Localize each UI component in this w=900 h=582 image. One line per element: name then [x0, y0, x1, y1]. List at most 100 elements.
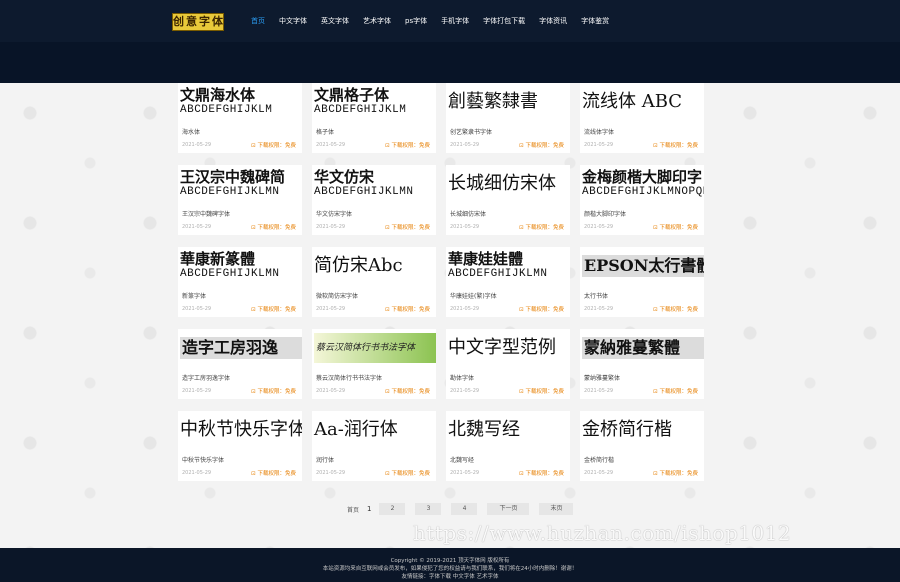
- font-card[interactable]: EPSON太行書體 太行书体 2021-05-29 ⊡ 下载权限：免费: [580, 247, 704, 317]
- download-permission-badge: ⊡ 下载权限：免费: [385, 387, 430, 395]
- nav-item-8[interactable]: 字体鉴赏: [574, 12, 616, 30]
- nav-item-1[interactable]: 中文字体: [272, 12, 314, 30]
- font-name-link[interactable]: 华康娃娃(繁)字体: [450, 291, 497, 300]
- font-preview-image[interactable]: 華康娃娃體 ABCDEFGHIJKLMN: [446, 247, 570, 285]
- pagination-page-2[interactable]: 2: [379, 503, 406, 515]
- pagination-first-button[interactable]: 首页: [347, 505, 359, 514]
- nav-item-4[interactable]: ps字体: [398, 12, 434, 30]
- font-card[interactable]: 蔡云汉简体行书书法字体 蔡云汉简体行书书法字体 2021-05-29 ⊡ 下载权限：免…: [312, 329, 436, 399]
- font-date: 2021-05-29: [584, 142, 614, 148]
- font-preview-image[interactable]: 简仿宋Abc: [312, 247, 436, 285]
- font-preview-image[interactable]: 长城细仿宋体: [446, 165, 570, 203]
- font-preview-text: 中秋节快乐字体: [180, 419, 302, 440]
- font-preview-image[interactable]: 文鼎海水体 ABCDEFGHIJKLM: [178, 83, 302, 121]
- font-name-link[interactable]: 创艺繁隶书字体: [450, 127, 492, 136]
- download-permission-text: 下载权限：免费: [659, 225, 698, 231]
- font-preview-text: 蒙納雅蔓繁體: [582, 337, 704, 359]
- font-preview-image[interactable]: 流线体 ABC: [580, 83, 704, 121]
- font-preview-image[interactable]: 金桥简行楷: [580, 411, 704, 449]
- font-name-link[interactable]: 润行体: [316, 455, 334, 464]
- nav-item-2[interactable]: 英文字体: [314, 12, 356, 30]
- font-card[interactable]: 简仿宋Abc 微软简仿宋字体 2021-05-29 ⊡ 下载权限：免费: [312, 247, 436, 317]
- font-preview-text: 简仿宋Abc: [314, 255, 403, 276]
- footer-links[interactable]: 友情链接：字体下载 中文字体 艺术字体: [0, 573, 900, 581]
- font-card[interactable]: 长城细仿宋体 长城细仿宋体 2021-05-29 ⊡ 下载权限：免费: [446, 165, 570, 235]
- site-logo[interactable]: 创意字体: [172, 13, 224, 31]
- font-card[interactable]: 华文仿宋 ABCDEFGHIJKLMN 华文仿宋字体 2021-05-29 ⊡ 下载权限…: [312, 165, 436, 235]
- font-preview-chinese: 王汉宗中魏碑简: [180, 168, 286, 186]
- download-permission-badge: ⊡ 下载权限：免费: [251, 223, 296, 231]
- font-name-link[interactable]: 中秋节快乐字体: [182, 455, 224, 464]
- font-preview-image[interactable]: 华文仿宋 ABCDEFGHIJKLMN: [312, 165, 436, 203]
- font-preview-image[interactable]: 中秋节快乐字体: [178, 411, 302, 449]
- font-card[interactable]: 蒙納雅蔓繁體 蒙纳雅蔓繁体 2021-05-29 ⊡ 下载权限：免费: [580, 329, 704, 399]
- font-preview-image[interactable]: 金梅颜楷大脚印字 ABCDEFGHIJKLMNOPQRS: [580, 165, 704, 203]
- font-card[interactable]: 創藝繁隸書 创艺繁隶书字体 2021-05-29 ⊡ 下载权限：免费: [446, 83, 570, 153]
- font-preview-image[interactable]: 蒙納雅蔓繁體: [580, 329, 704, 367]
- font-preview-latin: ABCDEFGHIJKLMN: [180, 186, 280, 198]
- font-card[interactable]: 金桥简行楷 金桥简行楷 2021-05-29 ⊡ 下载权限：免费: [580, 411, 704, 481]
- font-name-link[interactable]: 王汉宗中魏碑字体: [182, 209, 230, 218]
- font-name-link[interactable]: 新篆字体: [182, 291, 206, 300]
- pagination-last-button[interactable]: 末页: [539, 503, 574, 515]
- font-preview-image[interactable]: 蔡云汉简体行书书法字体: [312, 329, 436, 367]
- font-name-link[interactable]: 颜楷大脚印字体: [584, 209, 626, 218]
- font-preview-image[interactable]: 創藝繁隸書: [446, 83, 570, 121]
- font-card[interactable]: 王汉宗中魏碑简 ABCDEFGHIJKLMN 王汉宗中魏碑字体 2021-05-29 ⊡…: [178, 165, 302, 235]
- download-permission-badge: ⊡ 下载权限：免费: [653, 305, 698, 313]
- download-permission-text: 下载权限：免费: [659, 143, 698, 149]
- font-name-link[interactable]: 格子体: [316, 127, 334, 136]
- font-preview-image[interactable]: 造字工房羽逸: [178, 329, 302, 367]
- font-name-link[interactable]: 北魏写经: [450, 455, 474, 464]
- font-card[interactable]: 華康娃娃體 ABCDEFGHIJKLMN 华康娃娃(繁)字体 2021-05-29 ⊡ …: [446, 247, 570, 317]
- font-preview-image[interactable]: 王汉宗中魏碑简 ABCDEFGHIJKLMN: [178, 165, 302, 203]
- pagination-next-button[interactable]: 下一页: [487, 503, 530, 515]
- download-permission-badge: ⊡ 下载权限：免费: [385, 469, 430, 477]
- font-card[interactable]: 中文字型范例 勘体字体 2021-05-29 ⊡ 下载权限：免费: [446, 329, 570, 399]
- font-preview-text: 流线体 ABC: [582, 91, 683, 112]
- font-card[interactable]: 中秋节快乐字体 中秋节快乐字体 2021-05-29 ⊡ 下载权限：免费: [178, 411, 302, 481]
- nav-item-3[interactable]: 艺术字体: [356, 12, 398, 30]
- download-permission-text: 下载权限：免费: [257, 143, 296, 149]
- pagination-current-page: 1: [367, 505, 372, 513]
- font-name-link[interactable]: 造字工房羽逸字体: [182, 373, 230, 382]
- download-permission-text: 下载权限：免费: [391, 389, 430, 395]
- nav-item-0[interactable]: 首页: [244, 12, 272, 30]
- nav-item-5[interactable]: 手机字体: [434, 12, 476, 30]
- font-name-link[interactable]: 华文仿宋字体: [316, 209, 352, 218]
- font-card[interactable]: 北魏写经 北魏写经 2021-05-29 ⊡ 下载权限：免费: [446, 411, 570, 481]
- font-card[interactable]: Aa-润行体 润行体 2021-05-29 ⊡ 下载权限：免费: [312, 411, 436, 481]
- font-card[interactable]: 華康新篆體 ABCDEFGHIJKLMN 新篆字体 2021-05-29 ⊡ 下载权限：…: [178, 247, 302, 317]
- font-name-link[interactable]: 蒙纳雅蔓繁体: [584, 373, 620, 382]
- font-date: 2021-05-29: [450, 306, 480, 312]
- font-name-link[interactable]: 流线体字体: [584, 127, 614, 136]
- font-preview-image[interactable]: 華康新篆體 ABCDEFGHIJKLMN: [178, 247, 302, 285]
- main-nav: 首页 中文字体 英文字体 艺术字体 ps字体 手机字体 字体打包下载 字体资讯 字体鉴赏: [244, 12, 616, 30]
- font-name-link[interactable]: 长城细仿宋体: [450, 209, 486, 218]
- pagination-page-4[interactable]: 4: [451, 503, 478, 515]
- font-preview-image[interactable]: 北魏写经: [446, 411, 570, 449]
- font-name-link[interactable]: 勘体字体: [450, 373, 474, 382]
- font-name-link[interactable]: 海水体: [182, 127, 200, 136]
- download-permission-text: 下载权限：免费: [257, 225, 296, 231]
- font-name-link[interactable]: 太行书体: [584, 291, 608, 300]
- font-date: 2021-05-29: [584, 224, 614, 230]
- font-card[interactable]: 文鼎海水体 ABCDEFGHIJKLM 海水体 2021-05-29 ⊡ 下载权限：免费: [178, 83, 302, 153]
- font-card[interactable]: 金梅颜楷大脚印字 ABCDEFGHIJKLMNOPQRS 颜楷大脚印字体 2021-0…: [580, 165, 704, 235]
- font-date: 2021-05-29: [450, 142, 480, 148]
- font-preview-image[interactable]: Aa-润行体: [312, 411, 436, 449]
- pagination-page-3[interactable]: 3: [415, 503, 442, 515]
- font-name-link[interactable]: 金桥简行楷: [584, 455, 614, 464]
- font-preview-image[interactable]: EPSON太行書體: [580, 247, 704, 285]
- font-card[interactable]: 文鼎格子体 ABCDEFGHIJKLM 格子体 2021-05-29 ⊡ 下载权限：免费: [312, 83, 436, 153]
- font-card[interactable]: 造字工房羽逸 造字工房羽逸字体 2021-05-29 ⊡ 下载权限：免费: [178, 329, 302, 399]
- font-name-link[interactable]: 微软简仿宋字体: [316, 291, 358, 300]
- font-preview-image[interactable]: 文鼎格子体 ABCDEFGHIJKLM: [312, 83, 436, 121]
- font-preview-image[interactable]: 中文字型范例: [446, 329, 570, 367]
- download-permission-text: 下载权限：免费: [525, 225, 564, 231]
- nav-item-6[interactable]: 字体打包下载: [476, 12, 532, 30]
- font-card[interactable]: 流线体 ABC 流线体字体 2021-05-29 ⊡ 下载权限：免费: [580, 83, 704, 153]
- font-preview-latin: ABCDEFGHIJKLMN: [180, 268, 280, 280]
- font-name-link[interactable]: 蔡云汉简体行书书法字体: [316, 373, 382, 382]
- nav-item-7[interactable]: 字体资讯: [532, 12, 574, 30]
